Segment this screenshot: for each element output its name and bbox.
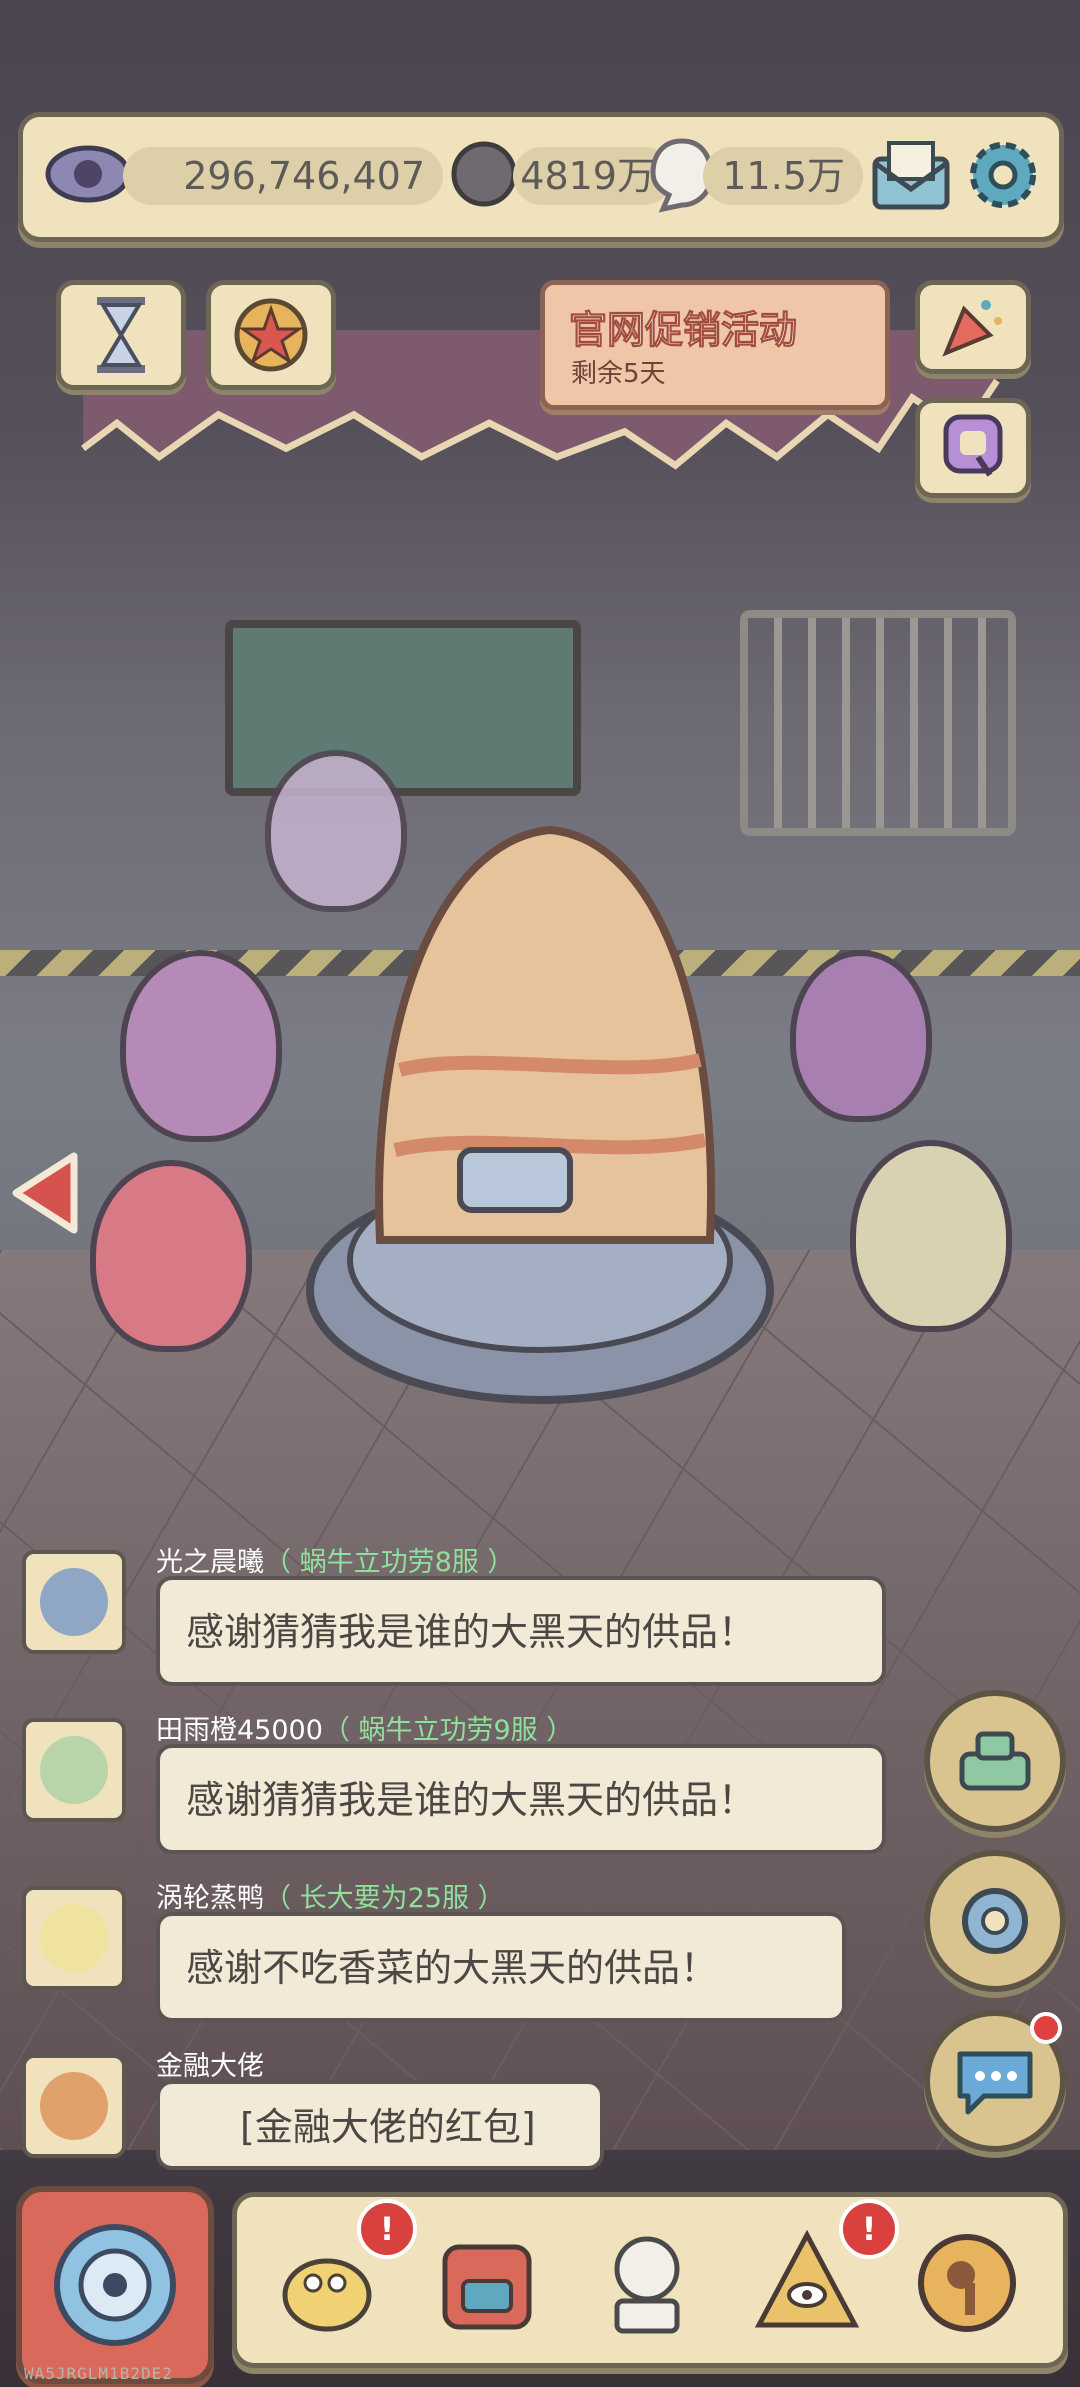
chalkboard (225, 620, 581, 796)
avatar-portrait (40, 1904, 108, 1972)
party-button[interactable] (915, 280, 1031, 374)
chat-sender-name: 田雨橙45000（ 蜗牛立功劳9服 ） (156, 1715, 574, 1746)
hourglass-button[interactable] (56, 280, 186, 390)
chat-icon (957, 2051, 1033, 2115)
promo-banner[interactable]: 官网促销活动 剩余5天 (540, 280, 890, 410)
resource-bar: 296,746,407 4819万 11.5万 (18, 112, 1064, 242)
avatar-portrait (40, 1568, 108, 1636)
build-code: WA5JRGLM1B2DE2 (24, 2364, 173, 2383)
chat-sender-name: 金融大佬 (156, 2051, 264, 2082)
star-icon (234, 298, 308, 372)
portal-button[interactable] (924, 1850, 1066, 1992)
hourglass-icon (97, 297, 145, 373)
alert-badge: ! (357, 2199, 417, 2259)
egg-right-purple (790, 950, 932, 1122)
nav-backpack-button[interactable] (427, 2221, 557, 2341)
nav-key-button[interactable] (907, 2221, 1037, 2341)
gear-icon[interactable] (963, 135, 1043, 215)
chat-message: 感谢不吃香菜的大黑天的供品！ (156, 1912, 846, 2022)
chat-button[interactable] (924, 2010, 1066, 2152)
portal-icon (962, 1888, 1028, 1954)
backpack-icon (442, 2244, 532, 2330)
chat-sender-name: 涡轮蒸鸭（ 长大要为25服 ） (156, 1883, 505, 1914)
egg-left-purple (120, 950, 282, 1142)
statue-icon (614, 2236, 680, 2334)
light-currency-counter: 11.5万 (703, 147, 863, 205)
snail-portal-button[interactable] (16, 2186, 214, 2384)
avatar[interactable] (22, 1718, 126, 1822)
chat-message: 感谢猜猜我是谁的大黑天的供品！ (156, 1744, 886, 1854)
alert-badge: ! (839, 2199, 899, 2259)
chat-message-red-packet[interactable]: [金融大佬的红包] (156, 2080, 604, 2170)
notification-dot (1030, 2012, 1062, 2044)
mail-icon[interactable] (869, 137, 953, 213)
tank-button[interactable] (924, 1690, 1066, 1832)
avatar[interactable] (22, 1886, 126, 1990)
q-icon (943, 414, 1003, 477)
avatar[interactable] (22, 1550, 126, 1654)
hanging-cage (740, 610, 1016, 836)
promo-subtitle: 剩余5天 (571, 359, 666, 389)
dark-coin-icon (451, 141, 517, 207)
chat-sender-name: 光之晨曦（ 蜗牛立功劳8服 ） (156, 1547, 515, 1578)
egg-incubator-machine (306, 825, 774, 1404)
chat-message: 感谢猜猜我是谁的大黑天的供品！ (156, 1576, 886, 1686)
eye-icon[interactable] (45, 139, 131, 209)
left-arrow-icon[interactable] (8, 1150, 80, 1236)
avatar-portrait (40, 2072, 108, 2140)
nav-creatures-button[interactable]: ! (267, 2199, 417, 2341)
snail-portal-icon (54, 2224, 176, 2346)
promo-title: 官网促销活动 (568, 308, 798, 353)
egg-back-hologram (265, 750, 407, 912)
egg-left-pink (90, 1160, 252, 1352)
nav-statue-button[interactable] (587, 2221, 717, 2341)
star-button[interactable] (206, 280, 336, 390)
avatar-portrait (40, 1736, 108, 1804)
party-popper-icon (942, 300, 1002, 357)
avatar[interactable] (22, 2054, 126, 2158)
eyes-counter: 296,746,407 (123, 147, 443, 205)
key-coin-icon (918, 2234, 1016, 2332)
tank-icon (959, 1731, 1031, 1791)
bottom-nav: ! ! (232, 2192, 1068, 2368)
q-button[interactable] (915, 398, 1031, 498)
egg-right-yinyang (850, 1140, 1012, 1332)
nav-pyramid-button[interactable]: ! (747, 2199, 899, 2341)
